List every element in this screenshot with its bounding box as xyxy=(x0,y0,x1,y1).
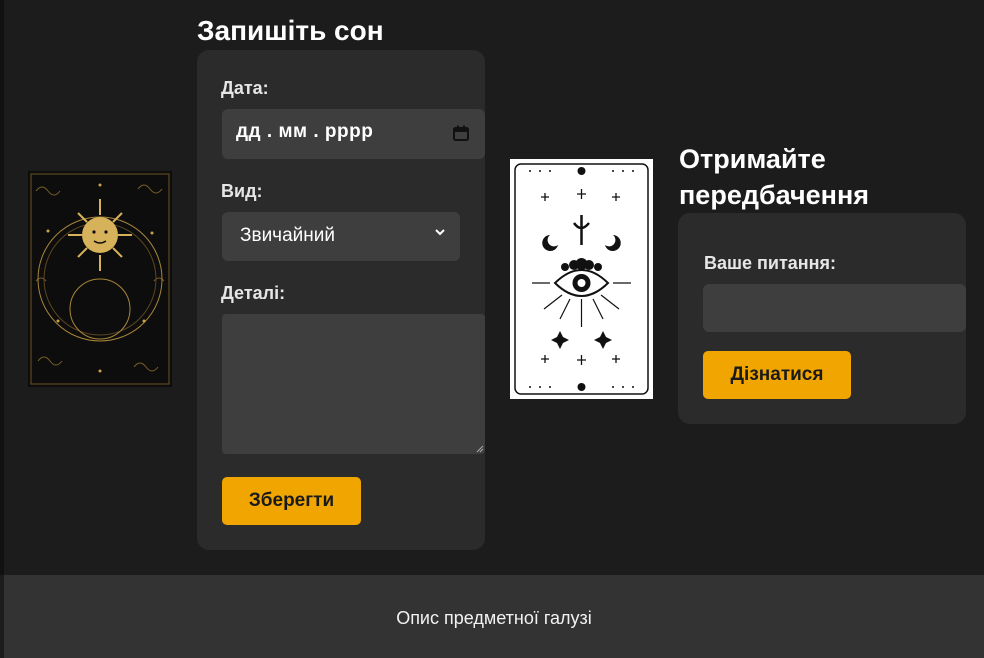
prediction-panel: Ваше питання: Дізнатися xyxy=(678,213,966,424)
eye-tarot-image xyxy=(510,159,653,399)
type-label: Вид: xyxy=(221,181,263,201)
footer: Опис предметної галузі xyxy=(4,575,984,658)
date-label: Дата: xyxy=(221,78,269,98)
resize-handle-icon[interactable] xyxy=(476,445,484,453)
prediction-title-line2: передбачення xyxy=(679,180,870,210)
question-label: Ваше питання: xyxy=(704,253,837,273)
dream-form-title: Запишіть сон xyxy=(197,15,384,46)
dream-type-value: Звичайний xyxy=(240,225,335,246)
prediction-title: Отримайте передбачення xyxy=(679,141,869,213)
submit-question-button[interactable]: Дізнатися xyxy=(703,351,851,399)
date-placeholder: дд . мм . рррр xyxy=(236,121,374,142)
dream-form-panel: Дата: дд . мм . рррр Вид: Звичайний Дета… xyxy=(197,50,485,550)
details-label: Деталі: xyxy=(221,283,286,303)
sun-moon-tarot-image xyxy=(28,171,172,387)
chevron-down-icon xyxy=(435,229,445,236)
question-input[interactable] xyxy=(703,284,966,332)
details-textarea[interactable] xyxy=(222,314,485,454)
date-input[interactable]: дд . мм . рррр xyxy=(222,109,485,159)
footer-text: Опис предметної галузі xyxy=(396,608,592,628)
save-button[interactable]: Зберегти xyxy=(222,477,361,525)
page-edge xyxy=(0,0,4,575)
dream-type-select[interactable]: Звичайний xyxy=(222,212,460,261)
prediction-title-line1: Отримайте xyxy=(679,144,826,174)
calendar-icon[interactable] xyxy=(453,125,469,141)
